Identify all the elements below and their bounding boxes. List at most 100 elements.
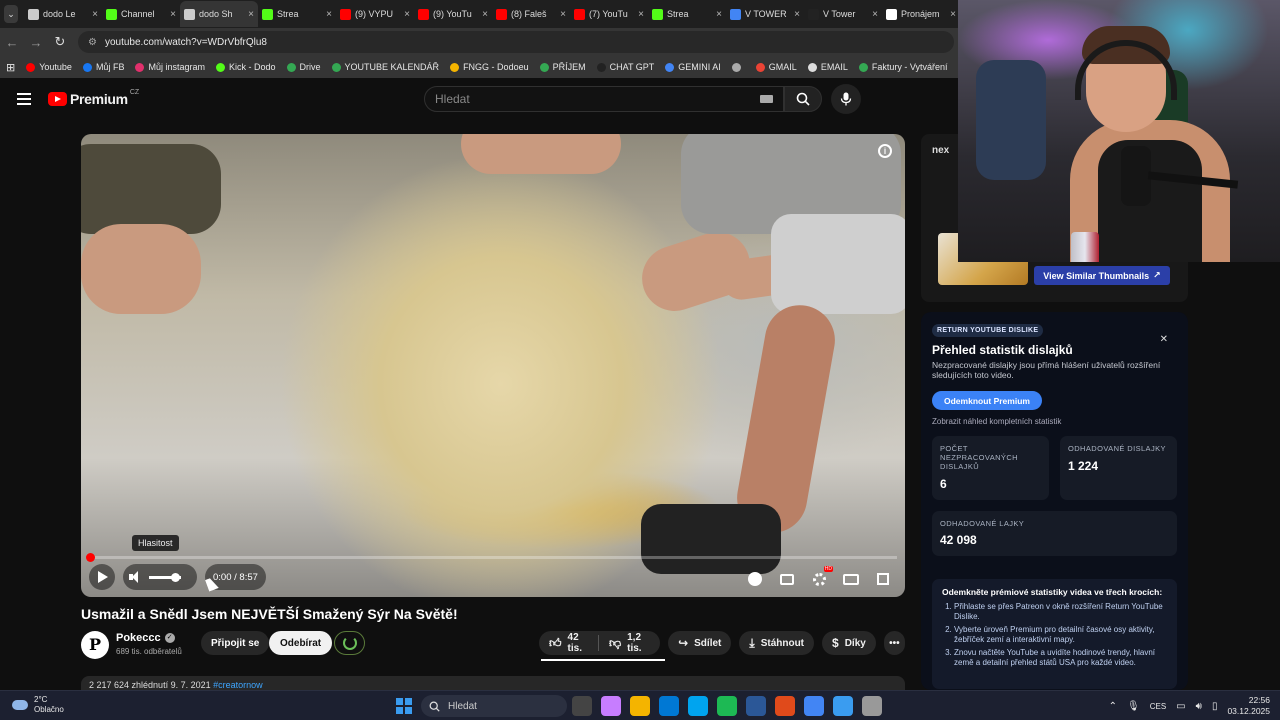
channel-name-row[interactable]: Pokeccc ✓ bbox=[116, 632, 175, 644]
menu-icon[interactable] bbox=[17, 93, 31, 105]
download-button[interactable]: ⤓ Stáhnout bbox=[739, 631, 815, 655]
taskbar-search[interactable]: Hledat bbox=[421, 695, 567, 717]
taskbar-app-icon[interactable] bbox=[717, 696, 737, 716]
browser-tab[interactable]: Strea × bbox=[258, 1, 336, 27]
bookmark-item[interactable]: YOUTUBE KALENDÁŘ bbox=[331, 62, 439, 72]
battery-icon[interactable]: ▯ bbox=[1212, 701, 1218, 712]
taskbar-app-icon[interactable] bbox=[630, 696, 650, 716]
tab-close-icon[interactable]: × bbox=[326, 9, 332, 20]
settings-gear-icon[interactable]: HD bbox=[809, 566, 833, 588]
thanks-button[interactable]: $ Díky bbox=[822, 631, 876, 655]
bookmark-item[interactable]: EMAIL bbox=[807, 62, 848, 72]
network-icon[interactable]: ▭ bbox=[1176, 701, 1185, 712]
back-arrow-icon[interactable]: ← bbox=[0, 35, 24, 50]
browser-tab[interactable]: (7) YouTu × bbox=[570, 1, 648, 27]
voice-search-button[interactable] bbox=[831, 84, 861, 114]
browser-tab[interactable]: (9) VYPU × bbox=[336, 1, 414, 27]
search-button[interactable] bbox=[784, 86, 822, 112]
browser-tab[interactable]: V TOWER × bbox=[726, 1, 804, 27]
bookmark-item[interactable]: PŘÍJEM bbox=[539, 62, 586, 72]
address-bar[interactable]: ⚙ youtube.com/watch?v=WDrVbfrQlu8 bbox=[78, 31, 954, 53]
browser-tab[interactable]: (9) YouTu × bbox=[414, 1, 492, 27]
close-icon[interactable]: ✕ bbox=[1160, 334, 1168, 345]
bookmark-item[interactable]: CHAT GPT bbox=[596, 62, 654, 72]
chevron-up-icon[interactable]: ⌃ bbox=[1109, 701, 1117, 712]
tab-close-icon[interactable]: × bbox=[404, 9, 410, 20]
description-box[interactable]: 2 217 624 zhlédnutí 9. 7. 2021 #creatorn… bbox=[81, 676, 905, 690]
search-input[interactable]: Hledat bbox=[424, 86, 784, 112]
description-tag[interactable]: #creatornow bbox=[213, 680, 263, 690]
play-button[interactable] bbox=[89, 564, 115, 590]
view-similar-thumbnails-button[interactable]: View Similar Thumbnails ↗ bbox=[1034, 266, 1170, 285]
tab-close-icon[interactable]: × bbox=[170, 9, 176, 20]
browser-tab[interactable]: (8) Faleš × bbox=[492, 1, 570, 27]
language-indicator[interactable]: CES bbox=[1150, 702, 1166, 711]
subtitles-icon[interactable] bbox=[777, 570, 797, 588]
info-icon[interactable]: i bbox=[878, 144, 892, 158]
bookmark-item[interactable]: Můj instagram bbox=[135, 62, 205, 72]
volume-icon[interactable] bbox=[129, 571, 141, 583]
bookmark-item[interactable]: Kick - Dodo bbox=[215, 62, 276, 72]
volume-slider[interactable] bbox=[149, 572, 181, 582]
speaker-icon[interactable]: 🔊︎ bbox=[1196, 701, 1202, 712]
taskbar-app-icon[interactable] bbox=[572, 696, 592, 716]
channel-avatar[interactable]: P bbox=[81, 631, 109, 659]
taskbar-app-icon[interactable] bbox=[688, 696, 708, 716]
bookmark-item[interactable]: GEMINI AI bbox=[665, 62, 721, 72]
youtube-premium-logo[interactable]: Premium CZ bbox=[48, 89, 139, 107]
bookmark-item[interactable]: Faktury - Vytváření bbox=[858, 62, 948, 72]
bookmark-item[interactable]: Youtube bbox=[26, 62, 72, 72]
volume-control[interactable] bbox=[123, 564, 197, 590]
keyboard-icon[interactable] bbox=[760, 95, 773, 103]
subscribe-button[interactable]: Odebírat bbox=[269, 631, 333, 655]
tab-close-icon[interactable]: × bbox=[638, 9, 644, 20]
microphone-tray-icon[interactable]: 🎙︎ bbox=[1127, 701, 1140, 712]
tab-search-icon[interactable]: ⌄ bbox=[4, 5, 18, 23]
tab-close-icon[interactable]: × bbox=[92, 9, 98, 20]
video-player[interactable]: i Hlasitost 0:00 / 8:57 HD bbox=[81, 134, 905, 597]
preview-stats-link[interactable]: Zobrazit náhled kompletních statistik bbox=[932, 417, 1061, 426]
browser-tab[interactable]: Pronájem × bbox=[882, 1, 960, 27]
browser-tab[interactable]: dodo Le × bbox=[24, 1, 102, 27]
share-button[interactable]: ↪ Sdílet bbox=[668, 631, 732, 655]
tab-close-icon[interactable]: × bbox=[716, 9, 722, 20]
apps-grid-icon[interactable]: ⊞ bbox=[6, 61, 15, 74]
bookmark-item[interactable] bbox=[731, 62, 745, 72]
bookmark-item[interactable]: GMAIL bbox=[755, 62, 797, 72]
weather-widget[interactable]: 2°C Oblačno bbox=[12, 695, 64, 715]
channel-name[interactable]: Pokeccc bbox=[116, 632, 161, 644]
more-actions-button[interactable]: ••• bbox=[883, 631, 905, 655]
taskbar-app-icon[interactable] bbox=[862, 696, 882, 716]
forward-arrow-icon[interactable]: → bbox=[24, 35, 48, 50]
taskbar-app-icon[interactable] bbox=[775, 696, 795, 716]
tab-close-icon[interactable]: × bbox=[794, 9, 800, 20]
taskbar-app-icon[interactable] bbox=[804, 696, 824, 716]
site-settings-icon[interactable]: ⚙ bbox=[88, 37, 97, 48]
bookmark-item[interactable]: FNGG - Dodoeu bbox=[450, 62, 529, 72]
taskbar-app-icon[interactable] bbox=[746, 696, 766, 716]
dislike-button[interactable]: 👎︎ 1,2 tis. bbox=[599, 631, 660, 655]
tab-close-icon[interactable]: × bbox=[248, 9, 254, 20]
browser-tab[interactable]: Strea × bbox=[648, 1, 726, 27]
progress-bar[interactable] bbox=[86, 553, 897, 562]
taskbar-app-icon[interactable] bbox=[833, 696, 853, 716]
browser-tab[interactable]: Channel × bbox=[102, 1, 180, 27]
theater-mode-icon[interactable] bbox=[841, 570, 861, 588]
tab-close-icon[interactable]: × bbox=[560, 9, 566, 20]
unlock-premium-button[interactable]: Odemknout Premium bbox=[932, 391, 1042, 410]
taskbar-app-icon[interactable] bbox=[601, 696, 621, 716]
join-button[interactable]: Připojit se bbox=[201, 631, 270, 655]
tab-close-icon[interactable]: × bbox=[872, 9, 878, 20]
reload-icon[interactable]: ↻ bbox=[48, 34, 72, 50]
clock[interactable]: 22:56 03.12.2025 bbox=[1227, 695, 1270, 717]
bookmark-item[interactable]: Drive bbox=[286, 62, 321, 72]
start-windows-icon[interactable] bbox=[396, 698, 412, 714]
browser-tab[interactable]: dodo Sh × bbox=[180, 1, 258, 27]
volume-knob[interactable] bbox=[171, 572, 180, 582]
taskbar-app-icon[interactable] bbox=[659, 696, 679, 716]
autoplay-toggle-icon[interactable] bbox=[745, 570, 765, 588]
bookmark-item[interactable]: Můj FB bbox=[82, 62, 124, 72]
browser-tab[interactable]: V Tower × bbox=[804, 1, 882, 27]
fullscreen-icon[interactable] bbox=[873, 570, 893, 588]
progress-scrubber[interactable] bbox=[86, 553, 95, 562]
